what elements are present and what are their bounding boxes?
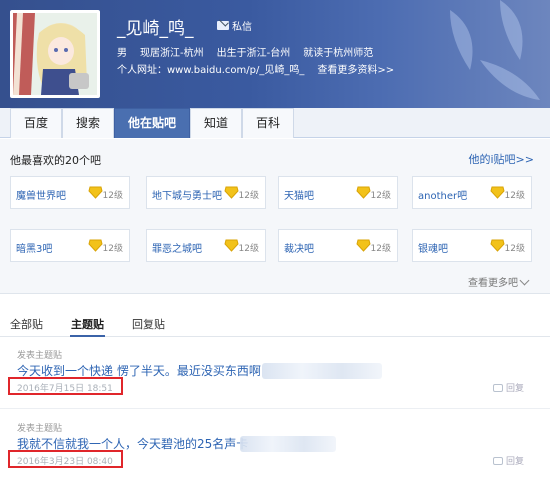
highlight-box: [8, 450, 123, 468]
blurred-region: [262, 363, 382, 379]
bar-name[interactable]: 罪恶之城吧: [152, 240, 202, 255]
active-tab-indicator: [70, 335, 105, 337]
bar-card[interactable]: 天猫吧 12级: [278, 176, 398, 209]
private-message-button[interactable]: 私信: [217, 18, 252, 33]
gender: 男: [117, 48, 127, 59]
residence: 现居浙江-杭州: [140, 48, 204, 59]
tab-all-posts[interactable]: 全部贴: [10, 316, 43, 332]
divider: [0, 408, 550, 409]
bar-card[interactable]: 魔兽世界吧 12级: [10, 176, 130, 209]
more-info-link[interactable]: 查看更多资料>>: [317, 61, 394, 76]
bar-card[interactable]: 罪恶之城吧 12级: [146, 229, 266, 262]
highlight-box: [8, 377, 123, 395]
post-item: 发表主题贴 今天收到一个快递 愣了半天。最近没买东西啊 2016年7月15日 1…: [0, 343, 550, 411]
post-tabs: 全部贴 主题贴 回复贴: [0, 309, 550, 337]
level-badge-icon: [224, 186, 239, 199]
profile-header: _见崎_鸣_ 私信 男 现居浙江-杭州 出生于浙江-台州 就读于杭州师范 个人网…: [0, 0, 550, 108]
leaf-decoration: [450, 0, 540, 100]
bar-card[interactable]: 地下城与勇士吧 12级: [146, 176, 266, 209]
bar-level: 12级: [102, 244, 123, 254]
reply-button[interactable]: 回复: [492, 454, 524, 467]
tab-tieba[interactable]: 他在贴吧: [114, 108, 190, 138]
profile-url[interactable]: 个人网址：www.baidu.com/p/_见崎_鸣_: [117, 61, 304, 76]
chevron-down-icon: [519, 275, 530, 286]
view-more-bars-button[interactable]: 查看更多吧: [468, 274, 530, 289]
profile-url-row: 个人网址：www.baidu.com/p/_见崎_鸣_ 查看更多资料>>: [117, 61, 394, 76]
reply-button[interactable]: 回复: [492, 381, 524, 394]
bar-level: 12级: [504, 244, 525, 254]
blurred-region: [240, 436, 336, 452]
bar-level: 12级: [238, 191, 259, 201]
comment-icon: [492, 383, 503, 392]
bar-level: 12级: [370, 191, 391, 201]
private-message-label: 私信: [232, 22, 252, 33]
tab-search[interactable]: 搜索: [62, 108, 114, 138]
level-badge-icon: [356, 239, 371, 252]
itieba-link[interactable]: 他的i贴吧>>: [469, 151, 535, 167]
bar-name[interactable]: another吧: [418, 187, 467, 202]
bar-level: 12级: [370, 244, 391, 254]
service-tabs: 百度 搜索 他在贴吧 知道 百科: [0, 108, 550, 138]
reply-label: 回复: [505, 384, 524, 394]
favorite-bars-panel: 他最喜欢的20个吧 他的i贴吧>> 魔兽世界吧 12级 地下城与勇士吧 12级 …: [0, 139, 550, 294]
post-type-label: 发表主题贴: [17, 351, 63, 361]
profile-info: 男 现居浙江-杭州 出生于浙江-台州 就读于杭州师范: [117, 44, 373, 59]
bar-level: 12级: [504, 191, 525, 201]
birthplace: 出生于浙江-台州: [216, 48, 291, 59]
level-badge-icon: [88, 186, 103, 199]
school: 就读于杭州师范: [303, 48, 374, 59]
post-type-label: 发表主题贴: [17, 424, 63, 434]
bar-card[interactable]: 暗黑3吧 12级: [10, 229, 130, 262]
bar-level: 12级: [238, 244, 259, 254]
tab-reply-posts[interactable]: 回复贴: [132, 316, 165, 332]
level-badge-icon: [490, 239, 505, 252]
bar-level: 12级: [102, 191, 123, 201]
tab-baike[interactable]: 百科: [242, 108, 294, 138]
bar-name[interactable]: 地下城与勇士吧: [152, 187, 222, 202]
mail-icon: [217, 21, 229, 30]
bar-card[interactable]: 裁决吧 12级: [278, 229, 398, 262]
bar-name[interactable]: 裁决吧: [284, 240, 314, 255]
view-more-label: 查看更多吧: [468, 278, 518, 289]
username: _见崎_鸣_: [117, 19, 194, 39]
bar-card[interactable]: 银魂吧 12级: [412, 229, 532, 262]
bar-name[interactable]: 暗黑3吧: [16, 240, 52, 255]
level-badge-icon: [224, 239, 239, 252]
avatar-image: [13, 13, 97, 95]
tab-thread-posts[interactable]: 主题贴: [71, 316, 104, 332]
reply-label: 回复: [505, 457, 524, 467]
level-badge-icon: [88, 239, 103, 252]
bar-name[interactable]: 魔兽世界吧: [16, 187, 66, 202]
level-badge-icon: [490, 186, 505, 199]
bar-name[interactable]: 天猫吧: [284, 187, 314, 202]
tab-zhidao[interactable]: 知道: [190, 108, 242, 138]
comment-icon: [492, 456, 503, 465]
level-badge-icon: [356, 186, 371, 199]
avatar[interactable]: [10, 10, 100, 98]
bar-name[interactable]: 银魂吧: [418, 240, 448, 255]
post-item: 发表主题贴 我就不信就我一个人，今天碧池的25名声卡 2016年3月23日 08…: [0, 416, 550, 481]
favorites-title: 他最喜欢的20个吧: [10, 154, 101, 167]
tab-baidu[interactable]: 百度: [10, 108, 62, 138]
bar-card[interactable]: another吧 12级: [412, 176, 532, 209]
